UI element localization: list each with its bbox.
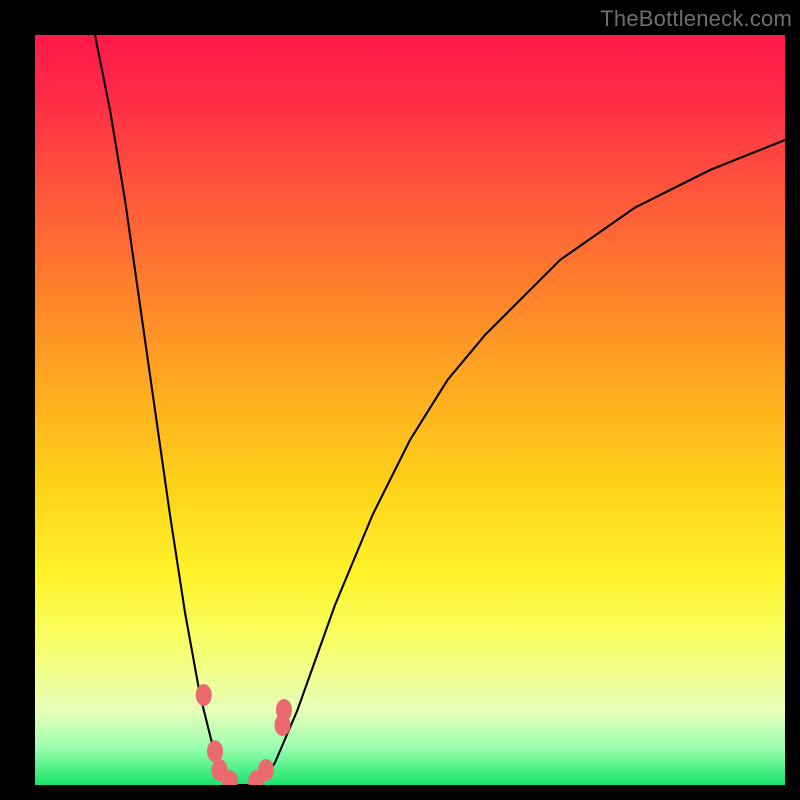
chart-frame: TheBottleneck.com bbox=[0, 0, 800, 800]
marker-dot bbox=[196, 684, 212, 706]
watermark-text: TheBottleneck.com bbox=[600, 6, 792, 32]
curve-right bbox=[260, 140, 785, 785]
marker-dot bbox=[258, 759, 274, 781]
plot-area bbox=[35, 35, 785, 785]
curve-layer bbox=[35, 35, 785, 785]
marker-dot bbox=[207, 740, 223, 762]
curve-left bbox=[95, 35, 238, 785]
marker-dot bbox=[276, 699, 292, 721]
bottleneck-curves bbox=[95, 35, 785, 785]
